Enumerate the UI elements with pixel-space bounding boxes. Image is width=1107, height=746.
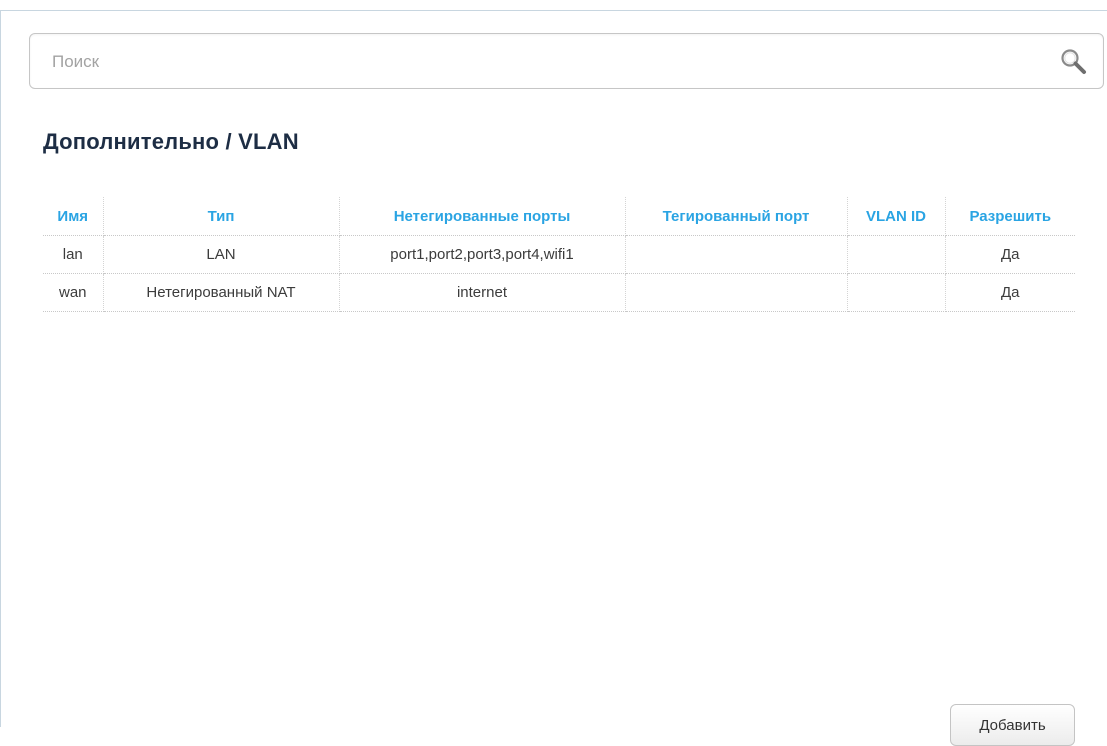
add-button[interactable]: Добавить xyxy=(950,704,1075,746)
cell-vlan-id xyxy=(847,273,946,312)
breadcrumb-parent: Дополнительно xyxy=(43,129,220,154)
cell-enabled: Да xyxy=(945,235,1075,274)
column-header-name[interactable]: Имя xyxy=(43,197,104,236)
search-box[interactable] xyxy=(29,33,1104,89)
search-icon[interactable] xyxy=(1059,47,1089,77)
table-row[interactable]: wan Нетегированный NAT internet Да xyxy=(43,273,1075,312)
cell-name: lan xyxy=(43,235,104,274)
page-title: Дополнительно / VLAN xyxy=(43,129,299,155)
breadcrumb-separator: / xyxy=(219,129,239,154)
cell-type: Нетегированный NAT xyxy=(103,273,340,312)
breadcrumb-current: VLAN xyxy=(238,129,299,154)
cell-vlan-id xyxy=(847,235,946,274)
table-header-row: Имя Тип Нетегированные порты Тегированны… xyxy=(43,197,1075,236)
column-header-vlan-id[interactable]: VLAN ID xyxy=(847,197,946,236)
column-header-enabled[interactable]: Разрешить xyxy=(945,197,1075,236)
search-input[interactable] xyxy=(52,48,1012,76)
column-header-untagged-ports[interactable]: Нетегированные порты xyxy=(339,197,626,236)
column-header-type[interactable]: Тип xyxy=(103,197,340,236)
cell-name: wan xyxy=(43,273,104,312)
cell-untagged-ports: internet xyxy=(339,273,626,312)
table-row[interactable]: lan LAN port1,port2,port3,port4,wifi1 Да xyxy=(43,235,1075,274)
column-header-tagged-port[interactable]: Тегированный порт xyxy=(625,197,848,236)
cell-untagged-ports: port1,port2,port3,port4,wifi1 xyxy=(339,235,626,274)
cell-tagged-port xyxy=(625,235,848,274)
content-panel: Дополнительно / VLAN Имя Тип Нетегирован… xyxy=(0,10,1107,746)
vlan-table: Имя Тип Нетегированные порты Тегированны… xyxy=(43,197,1075,312)
cell-enabled: Да xyxy=(945,273,1075,312)
cell-tagged-port xyxy=(625,273,848,312)
cell-type: LAN xyxy=(103,235,340,274)
